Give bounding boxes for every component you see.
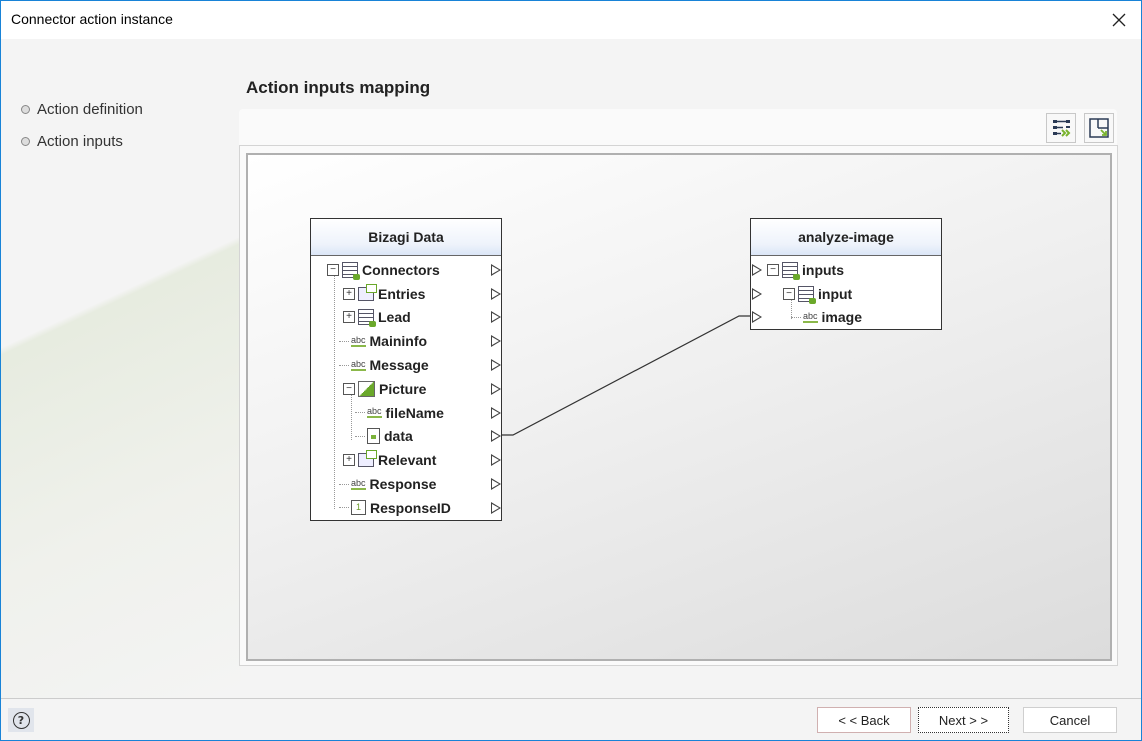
node-title: Bizagi Data <box>311 219 501 256</box>
port-arrow-icon[interactable] <box>491 430 501 443</box>
help-icon: ? <box>12 711 30 729</box>
tree-connector <box>791 316 801 318</box>
tree-connector <box>339 340 349 342</box>
number-attribute-icon: 1 <box>351 500 366 516</box>
tree-row-data[interactable]: data <box>311 425 501 449</box>
step-bullet-icon <box>21 136 30 146</box>
step-bullet-icon <box>21 104 30 114</box>
tree-connector <box>355 435 365 437</box>
back-button[interactable]: < < Back <box>817 707 911 733</box>
tree-row-label: Maininfo <box>369 333 428 350</box>
file-icon <box>367 428 380 445</box>
text-attribute-icon: abc <box>367 406 382 419</box>
port-arrow-icon[interactable] <box>752 263 762 276</box>
port-arrow-icon[interactable] <box>752 287 762 300</box>
tree-row-inputs[interactable]: − inputs <box>751 258 941 282</box>
port-arrow-icon[interactable] <box>491 359 501 372</box>
expand-icon[interactable]: + <box>343 311 355 324</box>
tree-row-connectors[interactable]: − Connectors <box>311 258 501 282</box>
port-arrow-icon[interactable] <box>491 501 501 514</box>
tree-row-label: Entries <box>378 285 426 302</box>
step-label: Action inputs <box>37 132 123 150</box>
close-icon <box>1112 13 1126 27</box>
tree-row-label: inputs <box>802 261 844 278</box>
tree-connector <box>339 483 349 485</box>
tree-row-picture[interactable]: − Picture <box>311 377 501 401</box>
collapse-icon[interactable]: − <box>343 382 355 395</box>
tree-row-label: Picture <box>379 380 427 397</box>
tree-connector <box>339 364 349 366</box>
text-attribute-icon: abc <box>803 310 818 323</box>
port-arrow-icon[interactable] <box>491 478 501 491</box>
footer-divider <box>1 698 1141 699</box>
target-node-analyze-image[interactable]: analyze-image − inputs − input abc image <box>750 218 942 330</box>
tree-row-lead[interactable]: + Lead <box>311 306 501 330</box>
wizard-steps: Action definition Action inputs <box>21 93 143 157</box>
text-attribute-icon: abc <box>351 358 366 371</box>
tree-row-label: Lead <box>378 309 411 326</box>
dialog-window: Connector action instance Action definit… <box>0 0 1142 741</box>
expand-icon[interactable]: + <box>343 454 355 467</box>
table-icon <box>358 309 376 328</box>
tree-row-response[interactable]: abc Response <box>311 472 501 496</box>
collapse-icon[interactable]: − <box>327 263 339 276</box>
tree-row-label: input <box>818 285 853 302</box>
help-button[interactable]: ? <box>8 708 34 732</box>
port-arrow-icon[interactable] <box>491 287 501 300</box>
tree-row-label: fileName <box>385 404 444 421</box>
port-arrow-icon[interactable] <box>752 311 762 324</box>
mapping-toolbar <box>239 109 1117 145</box>
port-arrow-icon[interactable] <box>491 335 501 348</box>
text-attribute-icon: abc <box>351 477 366 490</box>
auto-map-button[interactable] <box>1046 113 1076 143</box>
tree-row-input[interactable]: − input <box>751 282 941 306</box>
table-icon <box>798 285 816 304</box>
port-arrow-icon[interactable] <box>491 406 501 419</box>
layout-icon <box>1089 118 1109 138</box>
step-label: Action definition <box>37 100 143 118</box>
tree-row-label: Message <box>369 357 429 374</box>
table-icon <box>782 261 800 280</box>
tree-connector <box>355 412 365 414</box>
tree-row-label: Connectors <box>362 261 440 278</box>
port-arrow-icon[interactable] <box>491 263 501 276</box>
source-node-bizagi-data[interactable]: Bizagi Data − Connectors + Entries + Lead abc M… <box>310 218 502 521</box>
tree-row-filename[interactable]: abc fileName <box>311 401 501 425</box>
table-icon <box>342 261 360 280</box>
tree-row-label: Response <box>369 476 437 493</box>
tree-row-message[interactable]: abc Message <box>311 353 501 377</box>
tree-row-label: ResponseID <box>370 499 451 516</box>
text-attribute-icon: abc <box>351 334 366 347</box>
collapse-icon[interactable]: − <box>767 263 779 276</box>
tree-row-image[interactable]: abc image <box>751 306 941 330</box>
tree-row-relevant[interactable]: + Relevant <box>311 448 501 472</box>
tree-connector <box>339 507 349 509</box>
port-arrow-icon[interactable] <box>491 454 501 467</box>
collapse-icon[interactable]: − <box>783 287 795 300</box>
step-action-definition[interactable]: Action definition <box>21 93 143 125</box>
collection-icon <box>358 450 377 468</box>
tree-row-label: Relevant <box>378 452 437 469</box>
auto-map-icon <box>1053 120 1071 137</box>
title-bar: Connector action instance <box>1 1 1141 39</box>
tree-row-label: data <box>384 428 413 445</box>
step-action-inputs[interactable]: Action inputs <box>21 125 143 157</box>
tree-row-responseid[interactable]: 1 ResponseID <box>311 496 501 520</box>
node-title: analyze-image <box>751 219 941 256</box>
port-arrow-icon[interactable] <box>491 382 501 395</box>
tree-row-label: image <box>821 309 862 326</box>
page-title: Action inputs mapping <box>246 78 431 97</box>
expand-icon[interactable]: + <box>343 287 355 300</box>
tree-row-maininfo[interactable]: abc Maininfo <box>311 329 501 353</box>
window-title: Connector action instance <box>11 11 173 27</box>
cancel-button[interactable]: Cancel <box>1023 707 1117 733</box>
port-arrow-icon[interactable] <box>491 311 501 324</box>
collection-icon <box>358 283 377 301</box>
image-icon <box>358 380 375 397</box>
layout-button[interactable] <box>1084 113 1114 143</box>
next-button[interactable]: Next > > <box>918 707 1009 733</box>
close-button[interactable] <box>1097 1 1141 39</box>
tree-row-entries[interactable]: + Entries <box>311 282 501 306</box>
